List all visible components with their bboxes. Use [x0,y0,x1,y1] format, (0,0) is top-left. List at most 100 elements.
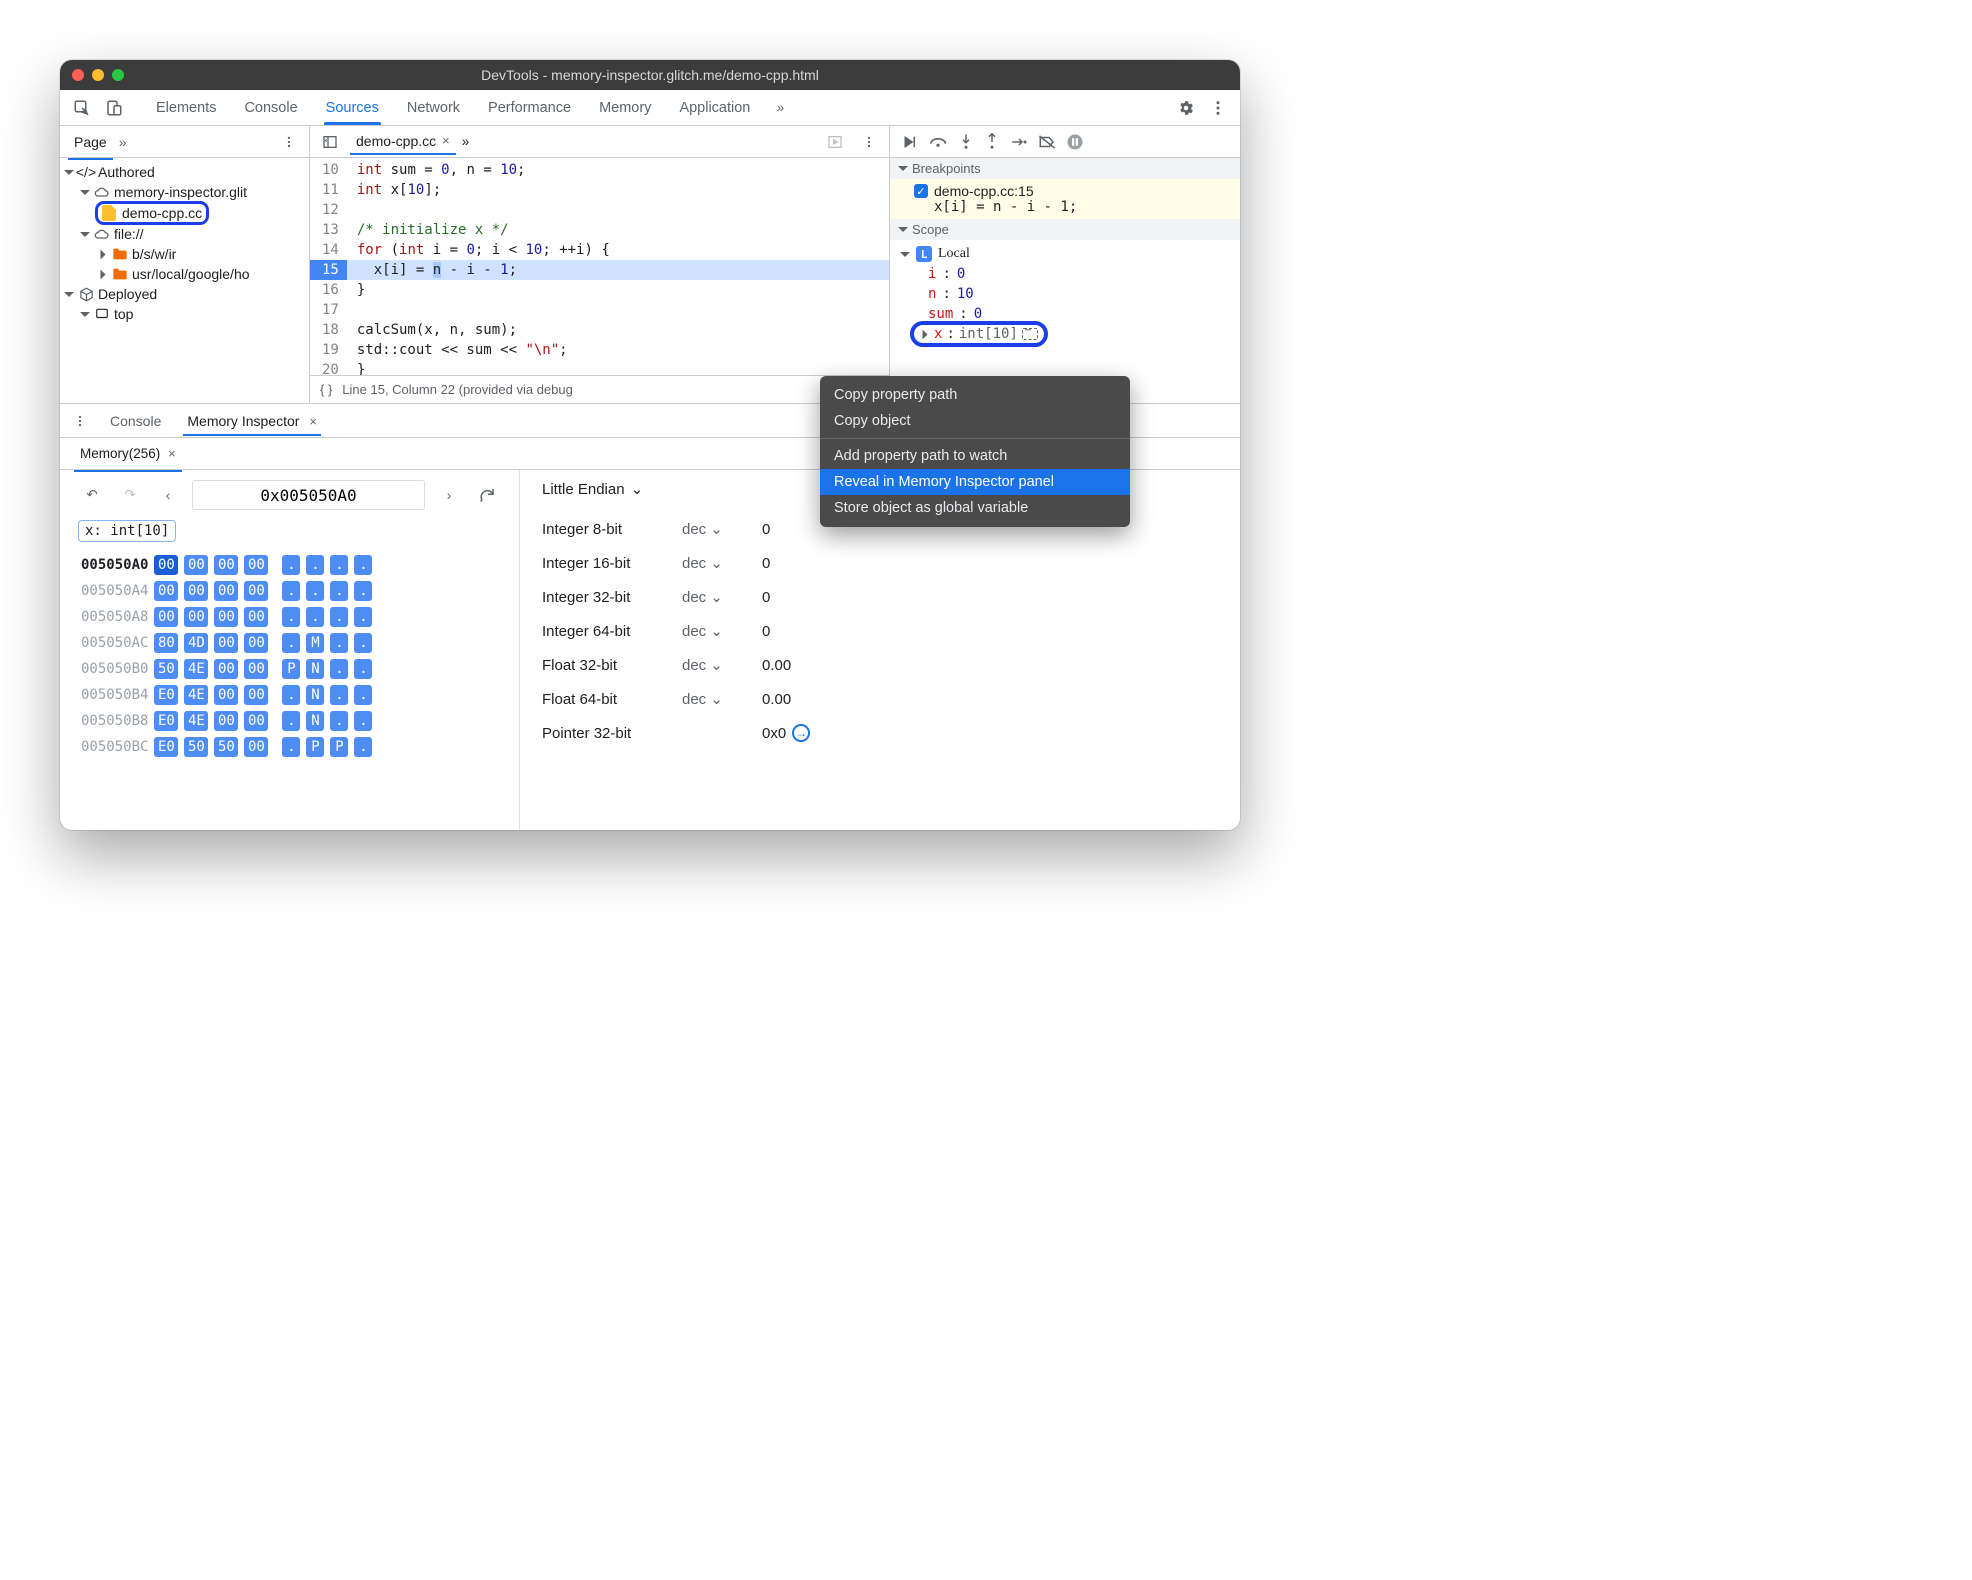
hex-row[interactable]: 005050AC804D0000.M.. [78,630,375,656]
hex-byte[interactable]: 4E [184,711,208,731]
drawer-tab-console[interactable]: Console [100,407,171,435]
tab-network[interactable]: Network [395,92,472,124]
close-buffer-tab-icon[interactable]: × [168,446,176,461]
ascii-byte[interactable]: . [282,737,300,757]
redo-icon[interactable]: ↷ [116,481,144,509]
settings-gear-icon[interactable] [1172,94,1200,122]
ascii-byte[interactable]: . [330,685,348,705]
inspect-element-icon[interactable] [68,94,96,122]
ascii-byte[interactable]: M [306,633,324,653]
ascii-byte[interactable]: . [330,607,348,627]
ascii-byte[interactable]: . [354,685,372,705]
hex-row[interactable]: 005050B8E04E0000.N.. [78,708,375,734]
hex-byte[interactable]: E0 [154,685,178,705]
step-over-icon[interactable] [928,134,948,150]
hex-byte[interactable]: 4D [184,633,208,653]
value-format-select[interactable]: dec⌄ [682,622,762,640]
ascii-byte[interactable]: . [354,659,372,679]
hex-byte[interactable]: 00 [214,685,238,705]
hex-row[interactable]: 005050BCE0505000.PP. [78,734,375,760]
pretty-print-icon[interactable]: { } [320,382,332,397]
ascii-byte[interactable]: P [306,737,324,757]
hex-byte[interactable]: 00 [244,685,268,705]
scope-section-header[interactable]: Scope [890,219,1240,240]
ascii-byte[interactable]: . [282,581,300,601]
value-format-select[interactable]: dec⌄ [682,690,762,708]
hex-row[interactable]: 005050B0504E0000PN.. [78,656,375,682]
ctx-copy-property-path[interactable]: Copy property path [820,382,1130,408]
hex-byte[interactable]: 00 [214,659,238,679]
hex-byte[interactable]: 00 [214,607,238,627]
tab-sources[interactable]: Sources [314,92,391,124]
step-out-icon[interactable] [984,133,1000,151]
hex-row[interactable]: 005050A800000000.... [78,604,375,630]
ascii-byte[interactable]: . [282,685,300,705]
ascii-byte[interactable]: P [330,737,348,757]
variable-chip[interactable]: x: int[10] [78,520,176,542]
checkbox-checked-icon[interactable]: ✓ [914,184,928,198]
prev-page-icon[interactable]: ‹ [154,481,182,509]
hex-byte[interactable]: 00 [184,581,208,601]
ctx-copy-object[interactable]: Copy object [820,408,1130,434]
value-format-select[interactable]: dec⌄ [682,554,762,572]
ascii-byte[interactable]: . [330,555,348,575]
hex-byte[interactable]: 00 [184,607,208,627]
memory-buffer-tab[interactable]: Memory(256) × [74,442,182,465]
device-toggle-icon[interactable] [100,94,128,122]
hex-byte[interactable]: 00 [244,659,268,679]
hex-byte[interactable]: 00 [154,555,178,575]
resume-icon[interactable] [900,133,918,151]
ascii-byte[interactable]: . [282,711,300,731]
maximize-window-icon[interactable] [112,69,124,81]
tree-top-label[interactable]: top [114,306,133,322]
ctx-store-global[interactable]: Store object as global variable [820,495,1130,521]
pause-icon[interactable] [1066,133,1084,151]
ascii-byte[interactable]: . [282,633,300,653]
scope-var-i[interactable]: i: 0 [900,264,1234,284]
ascii-byte[interactable]: . [306,581,324,601]
hex-row[interactable]: 005050B4E04E0000.N.. [78,682,375,708]
drawer-tab-memory-inspector[interactable]: Memory Inspector × [177,407,327,435]
address-input[interactable] [192,480,425,510]
ascii-byte[interactable]: P [282,659,300,679]
tab-performance[interactable]: Performance [476,92,583,124]
tab-application[interactable]: Application [667,92,762,124]
value-format-select[interactable]: dec⌄ [682,588,762,606]
breakpoint-item[interactable]: ✓ demo-cpp.cc:15 x[i] = n - i - 1; [890,179,1240,219]
tree-file-scheme[interactable]: file:// [114,226,144,242]
editor-kebab-icon[interactable] [855,128,883,156]
ascii-byte[interactable]: N [306,659,324,679]
line-gutter[interactable]: 1011121314 15 1617181920 [310,158,347,375]
close-drawer-tab-icon[interactable]: × [309,414,317,429]
more-editor-tabs-icon[interactable]: » [462,134,470,149]
ascii-byte[interactable]: . [330,581,348,601]
jump-to-address-icon[interactable]: → [792,724,810,742]
hex-byte[interactable]: 00 [154,607,178,627]
hex-byte[interactable]: 80 [154,633,178,653]
hex-byte[interactable]: 50 [154,659,178,679]
hex-byte[interactable]: 00 [244,581,268,601]
hex-byte[interactable]: 4E [184,659,208,679]
hex-byte[interactable]: 00 [244,633,268,653]
hex-byte[interactable]: 00 [184,555,208,575]
ascii-byte[interactable]: . [330,659,348,679]
ascii-byte[interactable]: . [282,555,300,575]
hex-byte[interactable]: 00 [214,711,238,731]
kebab-menu-icon[interactable] [1204,94,1232,122]
ascii-byte[interactable]: . [354,607,372,627]
tab-memory[interactable]: Memory [587,92,663,124]
ascii-byte[interactable]: . [306,607,324,627]
hex-row[interactable]: 005050A400000000.... [78,578,375,604]
tab-elements[interactable]: Elements [144,92,228,124]
ascii-byte[interactable]: . [282,607,300,627]
scope-var-sum[interactable]: sum: 0 [900,304,1234,324]
scope-local-header[interactable]: L Local [900,244,1234,264]
breakpoints-section-header[interactable]: Breakpoints [890,158,1240,179]
value-format-select[interactable]: dec⌄ [682,520,762,538]
ctx-add-to-watch[interactable]: Add property path to watch [820,443,1130,469]
next-page-icon[interactable]: › [435,481,463,509]
hex-byte[interactable]: E0 [154,711,178,731]
hex-byte[interactable]: E0 [154,737,178,757]
ascii-byte[interactable]: . [330,711,348,731]
drawer-kebab-icon[interactable] [66,407,94,435]
